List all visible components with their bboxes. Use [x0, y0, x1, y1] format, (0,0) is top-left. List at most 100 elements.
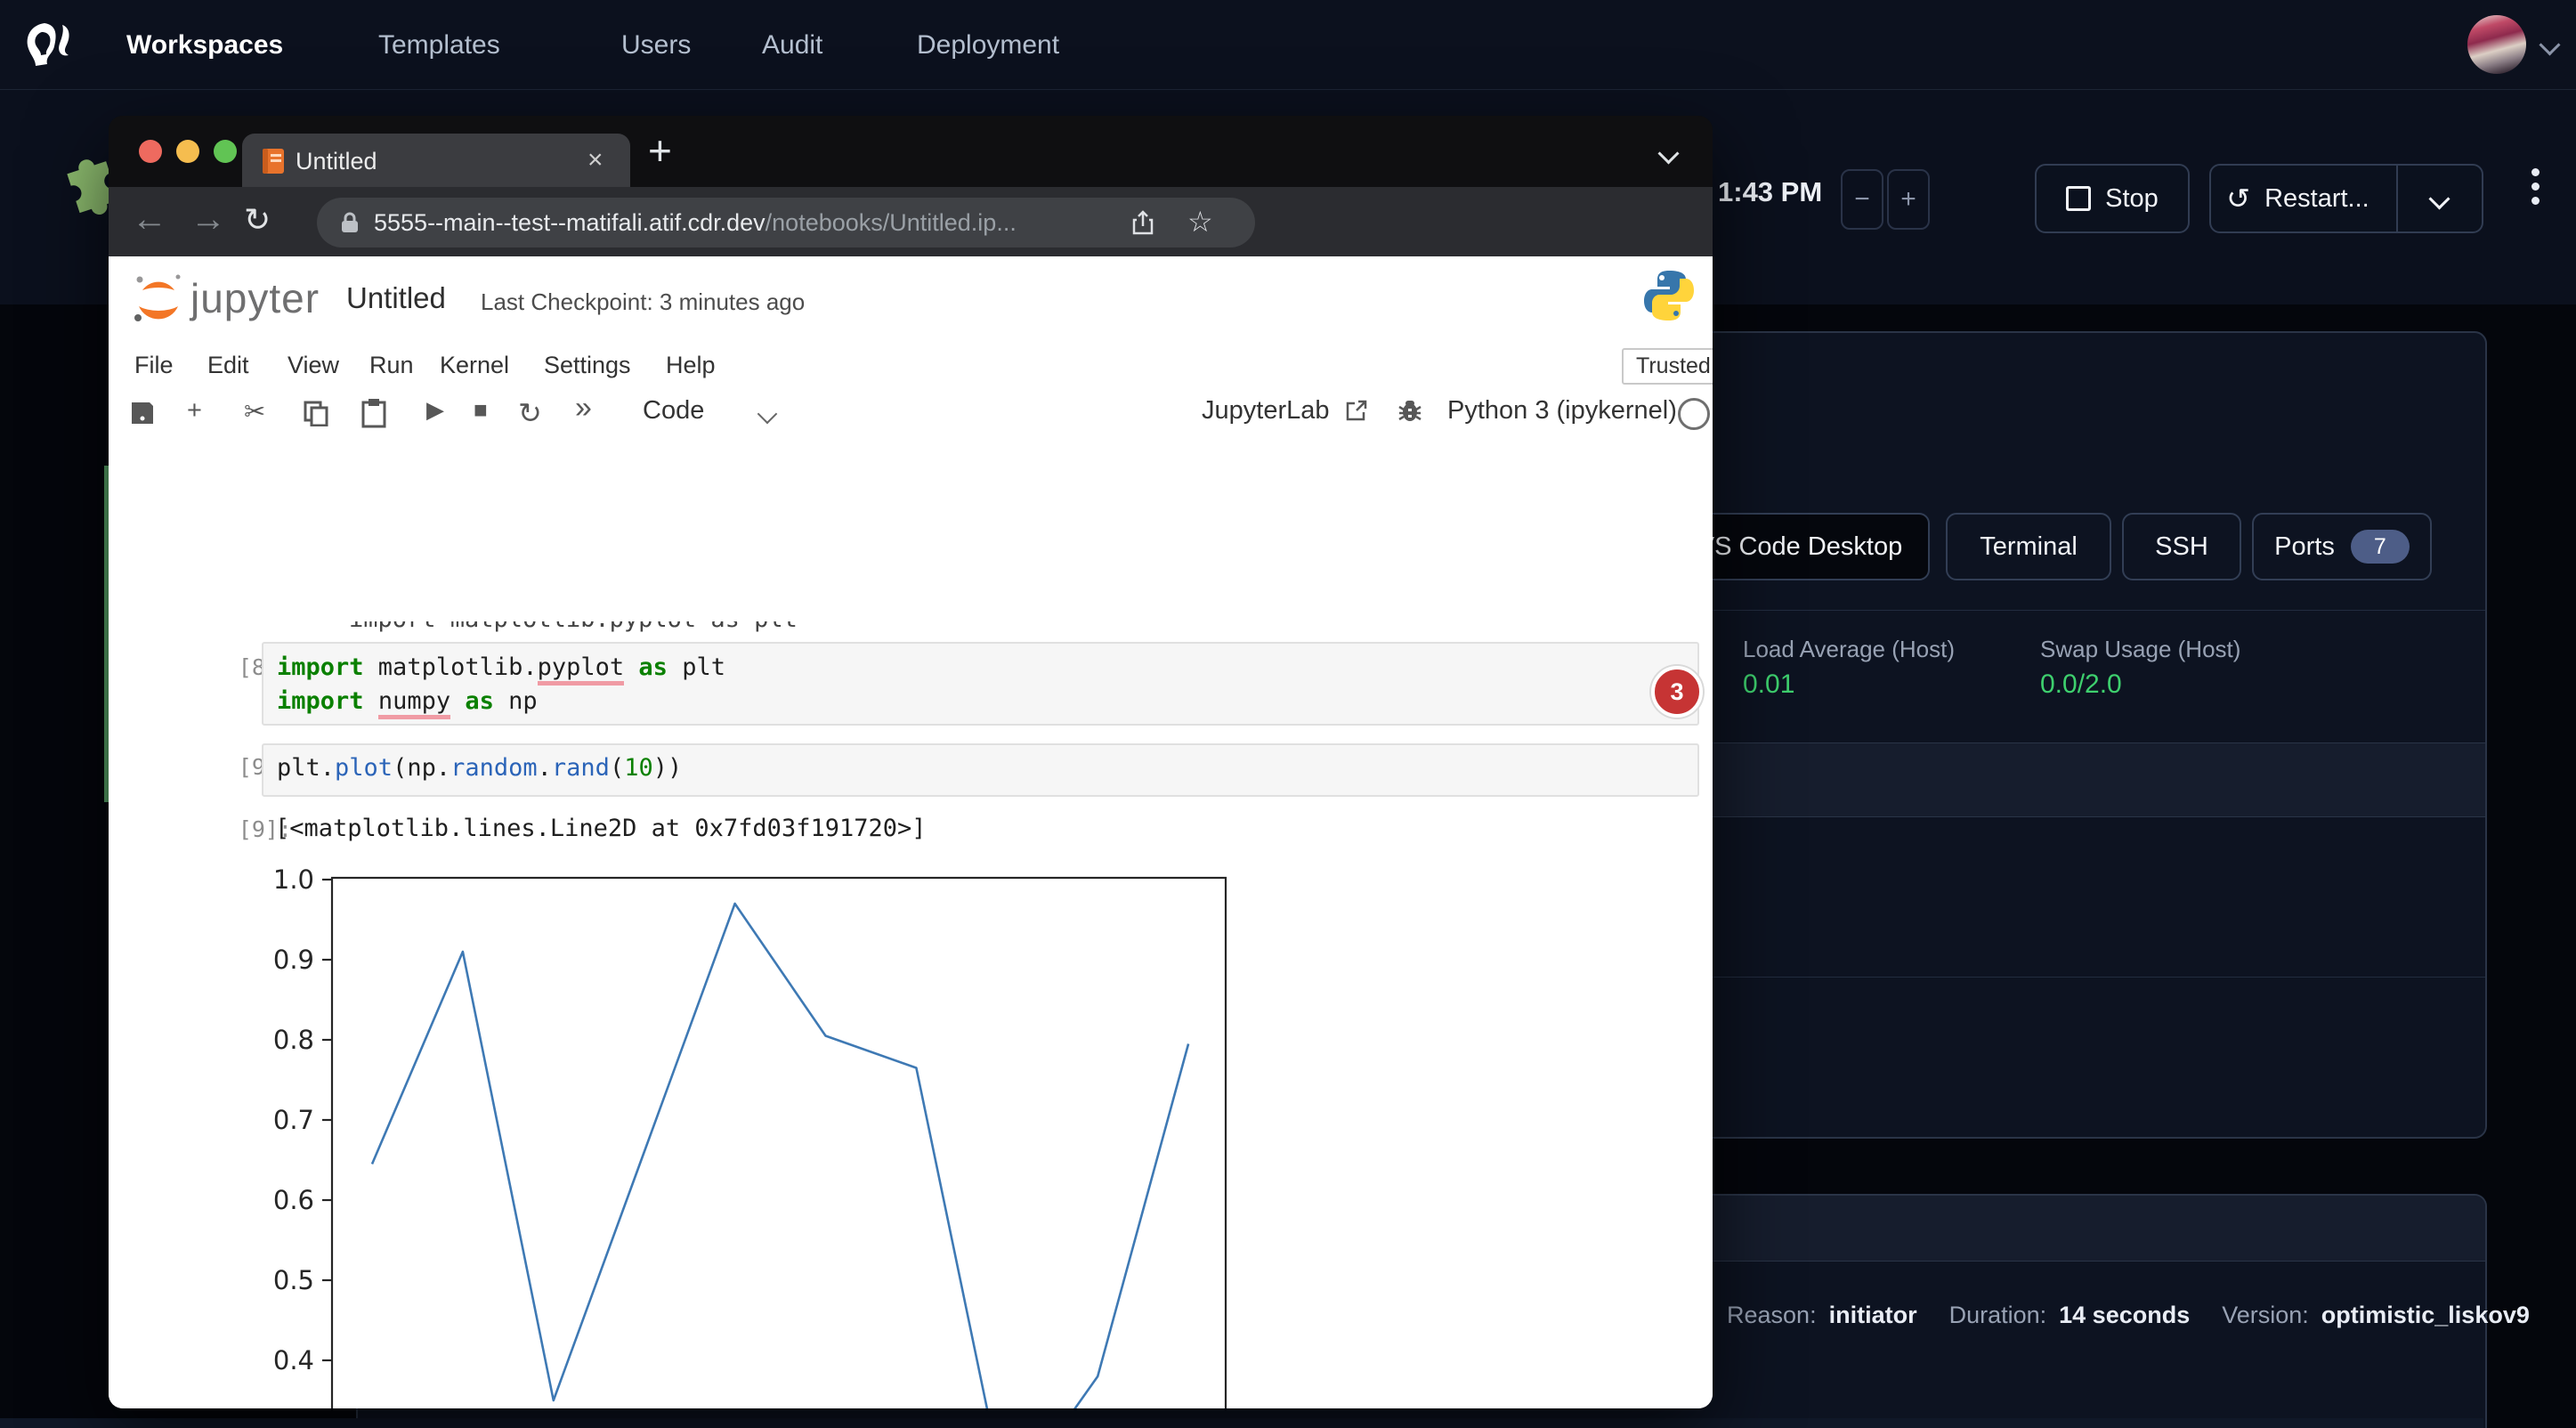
nav-workspaces[interactable]: Workspaces — [126, 30, 283, 61]
kernel-status-icon — [1678, 398, 1710, 430]
cell9-line: plt.plot(np.random.rand(10)) — [277, 754, 682, 782]
tab-search-chevron-icon[interactable] — [1657, 142, 1679, 164]
plus-glyph: + — [1900, 184, 1916, 215]
jupyter-header: jupyter Untitled Last Checkpoint: 3 minu… — [109, 256, 1713, 345]
new-tab-button[interactable]: + — [648, 126, 672, 174]
chevron-down-icon[interactable] — [2539, 34, 2560, 55]
ports-label: Ports — [2274, 532, 2335, 562]
interrupt-kernel-icon[interactable]: ■ — [474, 396, 488, 424]
browser-tab[interactable]: Untitled × — [242, 134, 630, 187]
insert-cell-icon[interactable]: + — [187, 396, 202, 426]
cut-cells-icon[interactable]: ✂ — [244, 396, 265, 427]
paste-cells-icon[interactable] — [360, 398, 387, 428]
address-bar[interactable]: 5555--main--test--matifali.atif.cdr.dev … — [317, 198, 1255, 247]
workspace-kebab-menu[interactable] — [2531, 162, 2540, 211]
build-meta-row: Reason: initiator Duration: 14 seconds V… — [1727, 1302, 2530, 1329]
version-label: Version: — [2222, 1302, 2309, 1329]
menu-run[interactable]: Run — [369, 352, 414, 379]
url-path: /notebooks/Untitled.ip... — [766, 209, 1017, 237]
restart-button[interactable]: ↺ Restart... — [2209, 164, 2483, 233]
jupyter-page: jupyter Untitled Last Checkpoint: 3 minu… — [109, 256, 1713, 1408]
kernel-name[interactable]: Python 3 (ipykernel) — [1447, 396, 1677, 426]
run-cell-icon[interactable]: ▶ — [426, 396, 444, 424]
topbar: Workspaces Templates Users Audit Deploym… — [0, 0, 2576, 90]
restart-run-all-icon[interactable]: » — [575, 391, 592, 426]
close-window-button[interactable] — [139, 140, 162, 163]
external-link-icon[interactable] — [1344, 398, 1369, 423]
jupyter-wordmark: jupyter — [190, 274, 320, 322]
tab-title: Untitled — [296, 148, 377, 175]
svg-text:0.5: 0.5 — [273, 1265, 314, 1295]
ports-button[interactable]: Ports 7 — [2252, 513, 2432, 580]
tab-close-icon[interactable]: × — [587, 145, 603, 175]
output9-text: [<matplotlib.lines.Line2D at 0x7fd03f191… — [275, 815, 927, 842]
cell8-line1: import matplotlib.pyplot as plt — [277, 651, 725, 685]
jupyter-menubar: File Edit View Run Kernel Settings Help … — [109, 343, 1713, 391]
share-icon[interactable] — [1130, 209, 1155, 236]
restart-label: Restart... — [2264, 184, 2369, 214]
swap-usage-label: Swap Usage (Host) — [2040, 636, 2240, 663]
zoom-in-button[interactable]: + — [1887, 169, 1930, 230]
zoom-out-button[interactable]: − — [1841, 169, 1883, 230]
reason-value: initiator — [1829, 1302, 1917, 1329]
svg-text:1.0: 1.0 — [273, 864, 314, 895]
cell8-line2: import numpy as np — [277, 685, 538, 718]
duration-label: Duration: — [1949, 1302, 2047, 1329]
reload-button[interactable]: ↻ — [244, 201, 271, 239]
browser-window: Untitled × + ← → ↻ 5555--main--test--mat… — [109, 116, 1713, 1408]
version-value: optimistic_liskov9 — [2321, 1302, 2530, 1329]
reason-label: Reason: — [1727, 1302, 1817, 1329]
restart-icon: ↺ — [2226, 182, 2250, 215]
menu-file[interactable]: File — [134, 352, 174, 379]
menu-kernel[interactable]: Kernel — [440, 352, 509, 379]
svg-text:0.9: 0.9 — [273, 945, 314, 975]
nav-users[interactable]: Users — [621, 30, 691, 61]
menu-view[interactable]: View — [288, 352, 339, 379]
forward-button[interactable]: → — [190, 199, 226, 239]
menu-help[interactable]: Help — [666, 352, 716, 379]
load-average-label: Load Average (Host) — [1743, 636, 1955, 663]
jupyter-toolbar: + ✂ ▶ ■ ↻ » Code JupyterLab — [109, 389, 1713, 441]
screen: VS Code Desktop Terminal SSH Ports 7 Loa… — [0, 0, 2576, 1428]
user-avatar[interactable] — [2467, 15, 2526, 74]
duration-value: 14 seconds — [2059, 1302, 2190, 1329]
ssh-button[interactable]: SSH — [2122, 513, 2241, 580]
python-logo-icon — [1642, 267, 1696, 324]
notebook-title[interactable]: Untitled — [346, 281, 446, 315]
browser-tabstrip: Untitled × + — [109, 116, 1713, 187]
save-icon[interactable] — [129, 400, 156, 426]
cell-type-chevron-icon[interactable] — [757, 404, 778, 425]
nav-deployment[interactable]: Deployment — [917, 30, 1059, 61]
lock-icon — [340, 211, 360, 234]
restart-menu-button[interactable] — [2412, 184, 2467, 214]
bookmark-star-icon[interactable]: ☆ — [1187, 205, 1213, 239]
clipped-previous-line: import matplotlib.pyplot as plt — [349, 621, 972, 634]
back-button[interactable]: ← — [132, 199, 167, 239]
code-cell-8[interactable]: import matplotlib.pyplot as plt import n… — [262, 642, 1699, 726]
minimize-window-button[interactable] — [176, 140, 199, 163]
terminal-button[interactable]: Terminal — [1946, 513, 2111, 580]
notification-badge[interactable]: 3 — [1651, 666, 1703, 718]
minus-glyph: − — [1854, 184, 1870, 215]
browser-toolbar: ← → ↻ 5555--main--test--matifali.atif.cd… — [109, 187, 1713, 256]
menu-edit[interactable]: Edit — [207, 352, 249, 379]
nav-audit[interactable]: Audit — [762, 30, 822, 61]
nav-templates[interactable]: Templates — [378, 30, 500, 61]
trusted-button[interactable]: Trusted — [1622, 348, 1713, 385]
maximize-window-button[interactable] — [214, 140, 237, 163]
restart-kernel-icon[interactable]: ↻ — [518, 396, 542, 430]
notebook-favicon — [262, 148, 285, 174]
swap-usage-value: 0.0/2.0 — [2040, 669, 2122, 700]
debugger-bug-icon[interactable] — [1397, 398, 1422, 423]
menu-settings[interactable]: Settings — [544, 352, 631, 379]
copy-cells-icon[interactable] — [303, 400, 329, 426]
jupyterlab-link[interactable]: JupyterLab — [1202, 396, 1330, 426]
ssh-label: SSH — [2155, 532, 2208, 562]
code-cell-9[interactable]: plt.plot(np.random.rand(10)) — [262, 743, 1699, 797]
stop-button[interactable]: Stop — [2035, 164, 2190, 233]
cell-type-select[interactable]: Code — [643, 396, 704, 426]
matplotlib-plot: 0.20.30.40.50.60.70.80.91.002468 — [249, 859, 1300, 1408]
coder-logo-icon[interactable] — [18, 16, 75, 73]
svg-text:0.4: 0.4 — [273, 1345, 314, 1375]
clock-label: 1:43 PM — [1718, 176, 1822, 208]
